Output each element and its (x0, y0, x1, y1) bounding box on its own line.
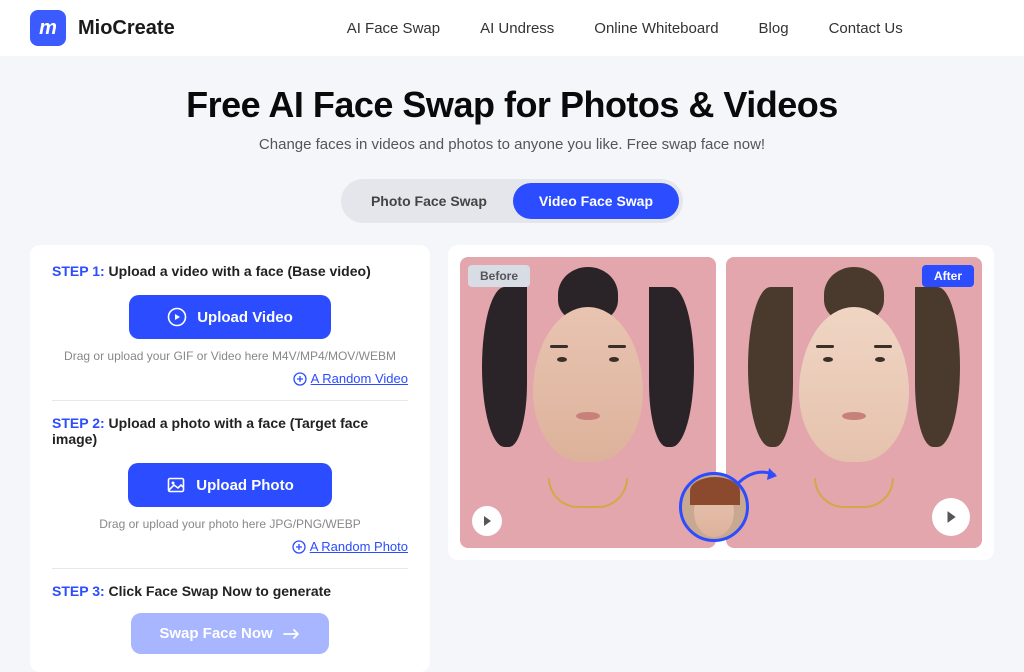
content-row: STEP 1: Upload a video with a face (Base… (30, 245, 994, 672)
upload-video-button[interactable]: Upload Video (129, 295, 331, 339)
step-2: STEP 2: Upload a photo with a face (Targ… (52, 415, 408, 569)
step-1-helper: Drag or upload your GIF or Video here M4… (52, 349, 408, 363)
tab-pill: Photo Face Swap Video Face Swap (341, 179, 683, 223)
step-1-label: STEP 1: (52, 263, 105, 279)
plus-circle-icon (292, 540, 306, 554)
step-3-text: Click Face Swap Now to generate (105, 583, 331, 599)
step-3-label: STEP 3: (52, 583, 105, 599)
step-1: STEP 1: Upload a video with a face (Base… (52, 263, 408, 401)
page-subtitle: Change faces in videos and photos to any… (30, 136, 994, 153)
step-3-title: STEP 3: Click Face Swap Now to generate (52, 583, 408, 599)
nav-undress[interactable]: AI Undress (480, 20, 554, 37)
swap-face-label: Swap Face Now (159, 625, 272, 642)
after-badge: After (922, 265, 974, 287)
nav-face-swap[interactable]: AI Face Swap (347, 20, 440, 37)
main-content: Free AI Face Swap for Photos & Videos Ch… (0, 56, 1024, 672)
tab-video[interactable]: Video Face Swap (513, 183, 679, 219)
step-2-label: STEP 2: (52, 415, 105, 431)
before-image: Before (460, 257, 716, 548)
upload-photo-label: Upload Photo (196, 477, 294, 494)
arrow-right-icon (283, 628, 301, 640)
step-3: STEP 3: Click Face Swap Now to generate … (52, 583, 408, 654)
step-1-text: Upload a video with a face (Base video) (105, 263, 371, 279)
random-photo-text: A Random Photo (310, 539, 408, 554)
header: m MioCreate AI Face Swap AI Undress Onli… (0, 0, 1024, 56)
target-face-thumbnail (679, 472, 749, 542)
play-icon[interactable] (932, 498, 970, 536)
plus-circle-icon (293, 372, 307, 386)
nav-whiteboard[interactable]: Online Whiteboard (594, 20, 718, 37)
nav-blog[interactable]: Blog (759, 20, 789, 37)
swap-face-button[interactable]: Swap Face Now (131, 613, 328, 654)
random-video-link[interactable]: A Random Video (52, 371, 408, 386)
after-image: After (726, 257, 982, 548)
tab-photo[interactable]: Photo Face Swap (345, 183, 513, 219)
nav-contact[interactable]: Contact Us (829, 20, 903, 37)
tab-switch: Photo Face Swap Video Face Swap (30, 179, 994, 223)
upload-video-label: Upload Video (197, 309, 293, 326)
upload-photo-button[interactable]: Upload Photo (128, 463, 332, 507)
play-circle-icon (167, 307, 187, 327)
step-1-title: STEP 1: Upload a video with a face (Base… (52, 263, 408, 279)
random-video-text: A Random Video (311, 371, 408, 386)
logo-icon[interactable]: m (30, 10, 66, 46)
image-icon (166, 475, 186, 495)
step-2-helper: Drag or upload your photo here JPG/PNG/W… (52, 517, 408, 531)
preview-card: Before After (448, 245, 994, 560)
main-nav: AI Face Swap AI Undress Online Whiteboar… (347, 20, 903, 37)
step-2-title: STEP 2: Upload a photo with a face (Targ… (52, 415, 408, 447)
play-icon[interactable] (472, 506, 502, 536)
brand-name[interactable]: MioCreate (78, 17, 175, 40)
random-photo-link[interactable]: A Random Photo (52, 539, 408, 554)
steps-card: STEP 1: Upload a video with a face (Base… (30, 245, 430, 672)
before-badge: Before (468, 265, 530, 287)
page-title: Free AI Face Swap for Photos & Videos (30, 84, 994, 126)
